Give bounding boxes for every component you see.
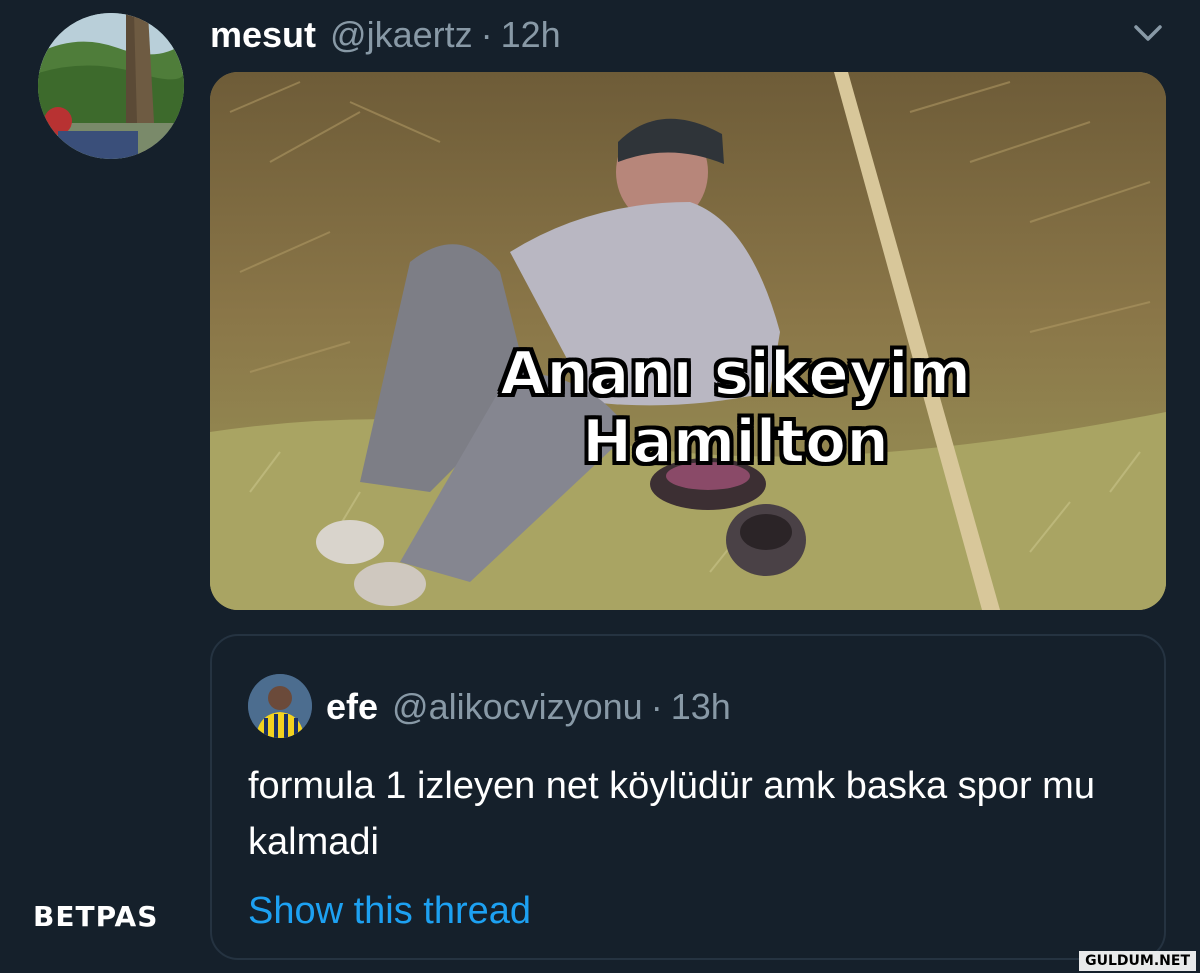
author-handle[interactable]: @jkaertz [330,10,473,60]
quoted-author-handle[interactable]: @alikocvizyonu [392,682,643,732]
quoted-header-separator: · [650,686,663,727]
show-thread-link[interactable]: Show this thread [248,886,531,936]
tweet-media-image[interactable]: Ananı sikeyim Hamilton [210,72,1166,610]
author-display-name[interactable]: mesut [210,10,316,60]
caption-line-1: Ananı sikeyim [499,339,972,409]
tweet-timestamp[interactable]: 12h [501,10,561,60]
quoted-tweet-text: formula 1 izleyen net köylüdür amk baska… [248,765,1095,863]
tweet-header: mesut @jkaertz · 12h [210,10,561,60]
quoted-author-display-name[interactable]: efe [326,682,378,732]
meme-caption: Ananı sikeyim Hamilton [210,339,1166,477]
guldum-watermark: GULDUM.NET [1079,951,1196,971]
chevron-down-icon[interactable] [1128,18,1168,48]
caption-line-2: Hamilton [581,407,890,477]
quoted-tweet-card[interactable]: efe @alikocvizyonu · 13h formula 1 izley… [210,634,1166,960]
author-avatar[interactable] [38,13,184,159]
header-separator: · [480,14,493,55]
quoted-tweet-header: efe @alikocvizyonu · 13h [326,682,731,732]
quoted-tweet-timestamp[interactable]: 13h [671,682,731,732]
betpas-watermark: BETPAS [33,899,159,933]
tweet-screenshot: mesut @jkaertz · 12h Ananı sikeyim Hamil… [0,0,1200,973]
quoted-author-avatar[interactable] [248,674,312,738]
